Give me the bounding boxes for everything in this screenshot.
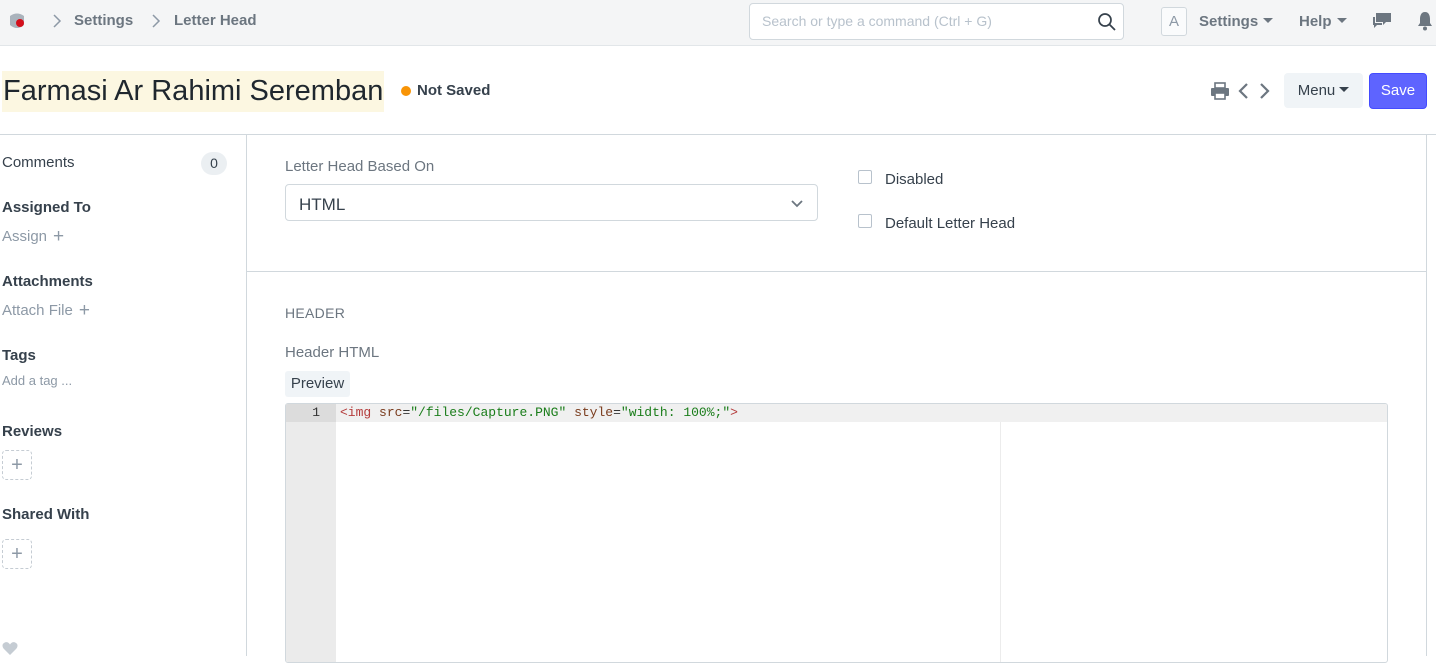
default-letter-head-label[interactable]: Default Letter Head bbox=[885, 215, 1015, 232]
disabled-label[interactable]: Disabled bbox=[885, 171, 943, 188]
plus-icon: + bbox=[78, 300, 90, 321]
sidebar-tags-heading: Tags bbox=[2, 347, 36, 364]
code-line[interactable]: <img src="/files/Capture.PNG" style="wid… bbox=[340, 405, 738, 420]
status-indicator-dot bbox=[401, 86, 411, 96]
sidebar-assigned-to-heading: Assigned To bbox=[2, 199, 91, 216]
code-token-attribute: src bbox=[371, 405, 403, 420]
bell-icon[interactable] bbox=[1416, 11, 1434, 31]
assign-link[interactable]: Assign + bbox=[2, 226, 65, 247]
comments-count-badge: 0 bbox=[201, 152, 227, 175]
search-input[interactable] bbox=[762, 13, 1092, 29]
chat-icon[interactable] bbox=[1371, 11, 1393, 31]
breadcrumb-settings[interactable]: Settings bbox=[74, 12, 133, 29]
code-token-string: "/files/Capture.PNG" bbox=[410, 405, 567, 420]
divider bbox=[246, 135, 247, 656]
code-token-tag: <img bbox=[340, 405, 372, 420]
letter-head-based-on-select[interactable]: HTML bbox=[285, 184, 818, 221]
chevron-right-icon bbox=[53, 14, 62, 28]
settings-dropdown[interactable]: Settings bbox=[1199, 13, 1274, 30]
page-title: Farmasi Ar Rahimi Seremban bbox=[2, 71, 385, 112]
avatar[interactable]: A bbox=[1161, 7, 1187, 36]
prev-icon[interactable] bbox=[1237, 82, 1251, 100]
next-icon[interactable] bbox=[1257, 82, 1271, 100]
header-html-label: Header HTML bbox=[285, 344, 380, 361]
chevron-down-icon bbox=[791, 200, 803, 208]
code-token-tag-close: > bbox=[730, 405, 738, 420]
settings-dropdown-label: Settings bbox=[1199, 13, 1259, 30]
attach-file-label: Attach File bbox=[2, 302, 73, 319]
letter-head-based-on-label: Letter Head Based On bbox=[285, 158, 435, 175]
divider bbox=[247, 271, 1426, 272]
preview-button[interactable]: Preview bbox=[285, 371, 350, 397]
sidebar-shared-with-heading: Shared With bbox=[2, 506, 90, 523]
help-dropdown-label: Help bbox=[1299, 13, 1332, 30]
add-review-button[interactable]: + bbox=[2, 450, 32, 480]
add-share-button[interactable]: + bbox=[2, 539, 32, 569]
code-token-attribute: style bbox=[566, 405, 614, 420]
help-dropdown[interactable]: Help bbox=[1299, 13, 1347, 30]
heart-icon[interactable] bbox=[2, 641, 18, 656]
code-token-equals: = bbox=[613, 405, 621, 420]
caret-down-icon bbox=[1263, 18, 1274, 23]
menu-button-label: Menu bbox=[1297, 82, 1336, 99]
assign-link-label: Assign bbox=[2, 228, 48, 245]
save-button[interactable]: Save bbox=[1369, 73, 1427, 109]
status-badge: Not Saved bbox=[417, 82, 491, 99]
search-box bbox=[749, 3, 1124, 40]
plus-icon: + bbox=[53, 226, 65, 247]
search-icon[interactable] bbox=[1097, 12, 1117, 32]
caret-down-icon bbox=[1339, 87, 1350, 92]
editor-print-margin bbox=[1000, 422, 1001, 662]
caret-down-icon bbox=[1336, 18, 1347, 23]
select-value: HTML bbox=[299, 195, 346, 214]
line-number: 1 bbox=[312, 405, 320, 420]
attach-file-link[interactable]: Attach File + bbox=[2, 300, 90, 321]
divider bbox=[1426, 135, 1427, 656]
print-icon[interactable] bbox=[1210, 82, 1230, 100]
navbar: Settings Letter Head A Settings Help bbox=[0, 0, 1436, 46]
header-section-title: HEADER bbox=[285, 305, 346, 321]
default-letter-head-checkbox[interactable] bbox=[858, 214, 872, 228]
code-editor[interactable]: 1 <img src="/files/Capture.PNG" style="w… bbox=[285, 403, 1388, 663]
app-logo-icon[interactable] bbox=[6, 10, 28, 32]
menu-button[interactable]: Menu bbox=[1284, 73, 1363, 108]
sidebar-comments-label[interactable]: Comments bbox=[2, 154, 75, 171]
editor-gutter bbox=[286, 404, 336, 662]
chevron-right-icon bbox=[152, 14, 161, 28]
sidebar-reviews-heading: Reviews bbox=[2, 423, 63, 440]
add-tag-link[interactable]: Add a tag ... bbox=[2, 373, 72, 388]
sidebar-attachments-heading: Attachments bbox=[2, 273, 93, 290]
divider bbox=[0, 134, 1436, 135]
breadcrumb-letter-head[interactable]: Letter Head bbox=[174, 12, 257, 29]
disabled-checkbox[interactable] bbox=[858, 170, 872, 184]
code-token-string: "width: 100%;" bbox=[620, 405, 731, 420]
